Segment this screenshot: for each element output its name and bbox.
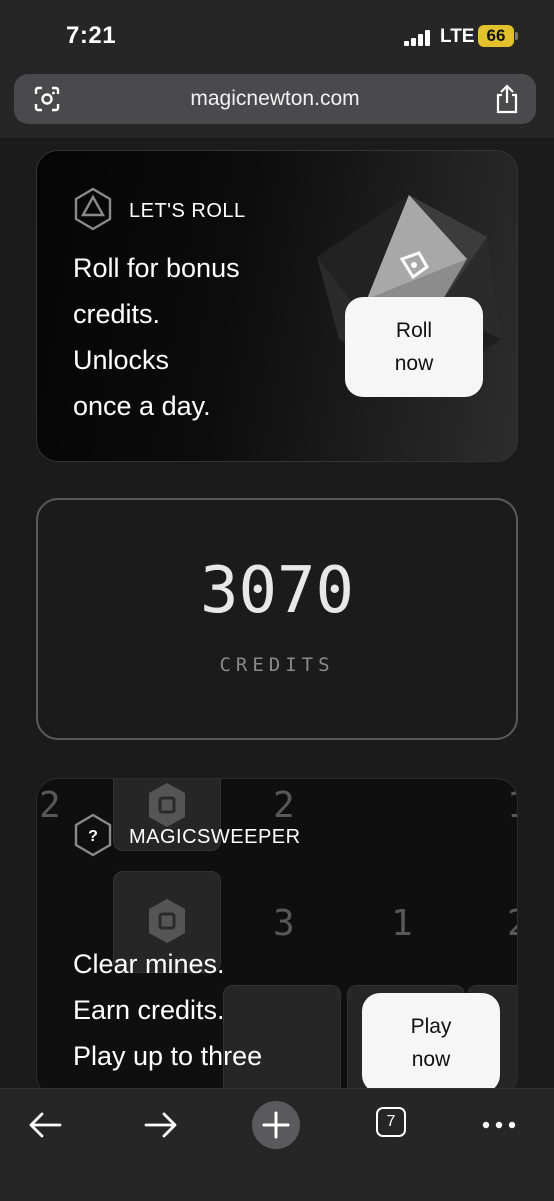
dice-icon <box>74 187 112 231</box>
roll-card: LET'S ROLL Roll for bonus credits. Unloc… <box>36 150 518 462</box>
grid-number: 1 <box>507 785 517 826</box>
back-arrow-icon[interactable] <box>24 1103 68 1147</box>
grid-number: 2 <box>507 903 517 944</box>
roll-card-description: Roll for bonus credits. Unlocks once a d… <box>73 253 240 421</box>
grid-number: 3 <box>273 903 295 944</box>
grid-number: 2 <box>39 785 61 826</box>
credits-value: 3070 <box>199 554 355 628</box>
mine-tile-icon <box>149 783 185 827</box>
grid-number: 2 <box>273 785 295 826</box>
magicsweeper-title: MAGICSWEEPER <box>129 826 301 848</box>
roll-card-title: LET'S ROLL <box>129 200 246 222</box>
magicsweeper-card: 2 2 1 3 1 2 ? MAGICSWEEPER Clear mines. … <box>36 778 518 1098</box>
browser-toolbar: magicnewton.com <box>0 70 554 138</box>
grid-number: 1 <box>391 903 413 944</box>
credits-label: CREDITS <box>219 654 335 676</box>
svg-text:?: ? <box>88 828 98 845</box>
status-bar: 7:21 LTE 66 <box>0 0 554 70</box>
magicsweeper-description: Clear mines. Earn credits. Play up to th… <box>73 949 263 1071</box>
url-text: magicnewton.com <box>190 87 360 110</box>
forward-arrow-icon[interactable] <box>138 1103 182 1147</box>
question-hex-icon: ? <box>74 813 112 857</box>
new-tab-button[interactable] <box>252 1101 300 1149</box>
address-bar[interactable]: magicnewton.com <box>14 74 536 124</box>
signal-icon <box>404 30 434 46</box>
more-options-icon[interactable] <box>478 1103 522 1147</box>
play-now-button[interactable]: Play now <box>362 993 500 1093</box>
plus-icon <box>262 1111 290 1139</box>
credits-card: 3070 CREDITS <box>36 498 518 740</box>
status-time: 7:21 <box>66 22 117 49</box>
share-icon[interactable] <box>494 84 520 114</box>
battery-icon: 66 <box>478 25 518 47</box>
network-type: LTE <box>440 26 475 47</box>
browser-bottom-bar: 7 <box>0 1088 554 1201</box>
mine-tile-icon <box>149 899 185 943</box>
tab-switcher-button[interactable]: 7 <box>376 1107 406 1137</box>
roll-now-button[interactable]: Roll now <box>345 297 483 397</box>
